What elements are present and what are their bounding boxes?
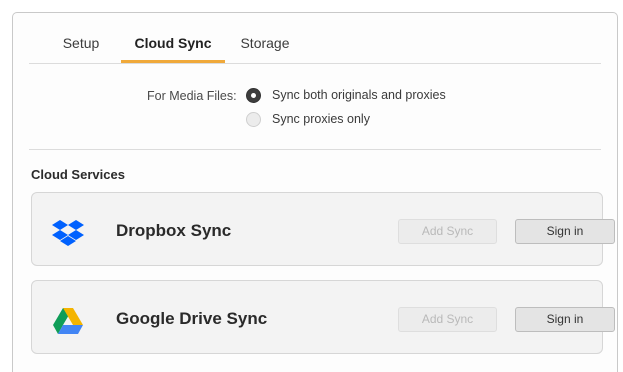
radio-sync-proxies[interactable]: Sync proxies only <box>246 110 370 128</box>
radio-sync-proxies-label: Sync proxies only <box>272 112 370 126</box>
google-drive-sync-label: Google Drive Sync <box>116 309 268 328</box>
media-files-label: For Media Files: <box>147 89 237 103</box>
tab-divider <box>29 63 601 64</box>
dropbox-card: Dropbox Sync Add Sync Sign in <box>31 192 615 266</box>
cloud-services-title: Cloud Services <box>31 167 125 182</box>
google-drive-add-sync-button[interactable]: Add Sync <box>398 307 497 332</box>
tab-storage[interactable]: Storage <box>231 35 299 63</box>
dropbox-sync-label: Dropbox Sync <box>116 221 232 240</box>
dropbox-sign-in-button[interactable]: Sign in <box>515 219 615 244</box>
dropbox-icon <box>52 220 84 246</box>
tab-cloud-sync[interactable]: Cloud Sync <box>121 35 225 63</box>
dropbox-add-sync-button[interactable]: Add Sync <box>398 219 497 244</box>
google-drive-card: Google Drive Sync Add Sync Sign in <box>31 280 615 354</box>
radio-sync-both[interactable]: Sync both originals and proxies <box>246 86 446 104</box>
radio-selected-icon[interactable] <box>246 87 261 103</box>
tab-setup[interactable]: Setup <box>58 35 104 63</box>
radio-sync-both-label: Sync both originals and proxies <box>272 88 446 102</box>
section-divider <box>29 149 601 150</box>
settings-panel: Setup Cloud Sync Storage For Media Files… <box>12 12 618 372</box>
google-drive-sign-in-button[interactable]: Sign in <box>515 307 615 332</box>
radio-unselected-icon[interactable] <box>246 111 261 127</box>
google-drive-icon <box>53 308 83 334</box>
tab-bar: Setup Cloud Sync Storage <box>13 13 617 63</box>
